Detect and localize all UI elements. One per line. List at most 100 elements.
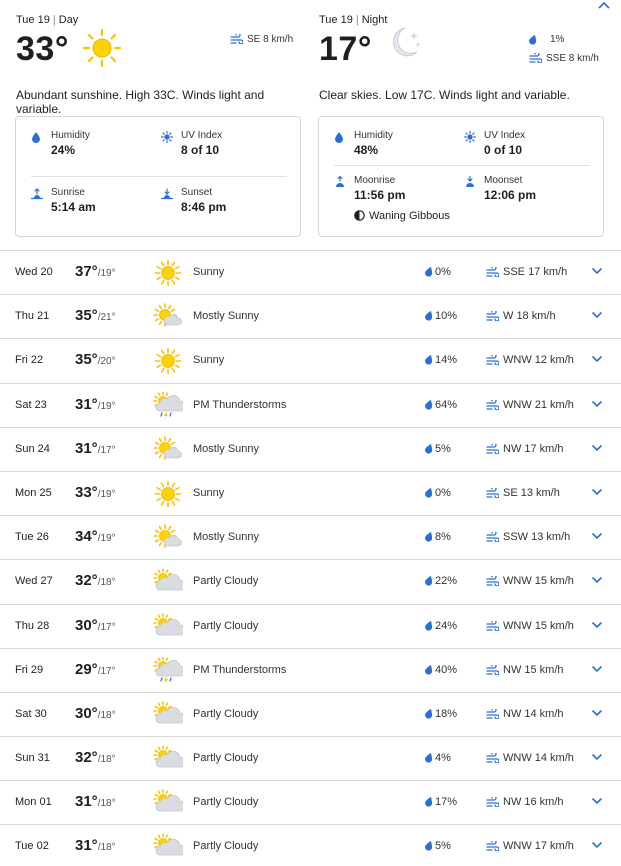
humidity-value: 24% [51,143,76,157]
expand-chevron-icon[interactable] [591,444,603,452]
night-period: Night [361,14,388,26]
forecast-precip: 18% [425,708,457,720]
wind-value: SSW 13 km/h [503,531,571,544]
precip-value: 4% [435,752,451,765]
forecast-high: 33° [75,483,98,501]
expand-chevron-icon[interactable] [591,311,603,319]
raindrop-icon [425,355,433,365]
expand-chevron-icon[interactable] [591,355,603,363]
wind-icon [486,618,500,632]
forecast-row[interactable]: Mon 01 31°/18° Partly Cloudy 17% NW 16 k… [0,780,621,824]
expand-chevron-icon[interactable] [591,576,603,584]
forecast-condition: Partly Cloudy [193,707,259,720]
forecast-low: /19° [97,268,116,279]
forecast-condition: Sunny [193,354,225,367]
forecast-precip: 0% [425,266,451,278]
forecast-wind: NW 17 km/h [486,442,564,455]
forecast-temps: 34°/19° [75,528,116,546]
expand-chevron-icon[interactable] [591,267,603,275]
expand-chevron-icon[interactable] [591,753,603,761]
wind-icon [486,442,500,455]
uv-value: 0 of 10 [484,143,523,157]
forecast-wind: WNW 15 km/h [486,574,574,587]
expand-chevron-icon[interactable] [591,532,603,540]
raindrop-icon [425,620,433,631]
forecast-high: 32° [75,749,98,767]
forecast-date: Tue 02 [15,840,49,853]
wind-value: W 18 km/h [503,310,556,323]
expand-chevron-icon[interactable] [591,621,603,629]
forecast-low: /21° [97,312,116,324]
wind-icon [486,397,500,411]
forecast-condition: Partly Cloudy [193,840,259,853]
forecast-low: /19° [97,488,116,500]
forecast-row[interactable]: Mon 25 33°/19° Sunny 0% SE 13 km/h [0,470,621,515]
moon-stars-icon [392,27,421,57]
night-wind: SSE 8 km/h [529,51,599,64]
forecast-wind: WNW 17 km/h [486,839,574,853]
forecast-date: Wed 20 [15,266,53,278]
day-temperature: 33° [16,30,69,68]
wind-icon [486,353,500,366]
expand-chevron-icon[interactable] [591,400,603,408]
forecast-temps: 35°/21° [75,307,116,325]
wind-icon [486,751,500,764]
forecast-high: 31° [75,439,98,457]
forecast-row[interactable]: Sun 31 32°/18° Partly Cloudy 4% WNW 14 k… [0,736,621,780]
partly-cloudy-icon [153,833,186,861]
expand-chevron-icon[interactable] [591,488,603,496]
moonrise-icon [336,176,344,187]
forecast-date: Mon 01 [15,796,52,809]
forecast-row[interactable]: Tue 02 31°/18° Partly Cloudy 5% WNW 17 k… [0,824,621,866]
forecast-condition: Sunny [193,486,225,499]
humidity-icon [32,132,40,143]
wind-icon [486,707,500,720]
thunderstorm-icon [153,655,186,685]
wind-icon [486,309,500,322]
wind-icon [486,265,500,278]
forecast-list: Wed 20 37°/19° Sunny 0% SSE 17 km/h Thu … [0,250,621,866]
wind-icon [486,839,500,853]
expand-chevron-icon[interactable] [591,665,603,673]
forecast-date: Sat 30 [15,707,47,720]
forecast-high: 32° [75,572,98,590]
forecast-temps: 31°/17° [75,440,116,458]
day-description: Abundant sunshine. High 33C. Winds light… [16,88,265,116]
forecast-row[interactable]: Sun 24 31°/17° Mostly Sunny 5% NW 17 km/… [0,426,621,471]
forecast-temps: 30°/18° [75,705,116,723]
day-panel: Tue 19 | Day 33° SE 8 km/h Abundant sunshi… [16,0,306,116]
forecast-temps: 30°/17° [75,617,116,635]
forecast-row[interactable]: Thu 21 35°/21° Mostly Sunny 10% W 18 km/… [0,294,621,338]
forecast-low: /17° [97,621,116,633]
forecast-row[interactable]: Thu 28 30°/17° Partly Cloudy 24% WNW 15 … [0,603,621,648]
forecast-row[interactable]: Wed 20 37°/19° Sunny 0% SSE 17 km/h [0,250,621,294]
precip-value: 24% [435,619,458,632]
expand-chevron-icon[interactable] [591,841,603,849]
forecast-precip: 5% [425,840,451,852]
night-description: Clear skies. Low 17C. Winds light and va… [319,88,570,102]
forecast-row[interactable]: Sat 30 30°/18° Partly Cloudy 18% NW 14 k… [0,691,621,736]
forecast-low: /17° [97,665,116,677]
forecast-row[interactable]: Fri 22 35°/20° Sunny 14% WNW 12 km/h [0,338,621,382]
uv-label: UV Index [181,130,223,141]
raindrop-icon [425,664,433,675]
wind-value: WNW 14 km/h [503,752,574,765]
wind-icon [230,32,244,45]
forecast-row[interactable]: Fri 29 29°/17° PM Thunderstorms 40% NW 1… [0,647,621,692]
forecast-low: /19° [97,533,116,545]
forecast-condition: Partly Cloudy [193,575,259,588]
forecast-wind: NW 16 km/h [486,795,564,808]
night-details-card: Humidity 48% UV Index 0 of 10 Moonrise 1… [318,116,604,237]
raindrop-icon [425,399,433,410]
forecast-precip: 0% [425,487,451,499]
expand-chevron-icon[interactable] [591,797,603,805]
forecast-row[interactable]: Sat 23 31°/19° PM Thunderstorms 64% WNW … [0,382,621,427]
sunrise-icon [31,188,43,200]
moonrise-value: 11:56 pm [354,188,406,202]
forecast-row[interactable]: Tue 26 34°/19° Mostly Sunny 8% SSW 13 km… [0,515,621,559]
precip-value: 8% [435,531,451,544]
sunrise-label: Sunrise [51,187,85,198]
expand-chevron-icon[interactable] [591,709,603,717]
moonset-value: 12:06 pm [484,188,537,202]
forecast-row[interactable]: Wed 27 32°/18° Partly Cloudy 22% WNW 15 … [0,559,621,603]
